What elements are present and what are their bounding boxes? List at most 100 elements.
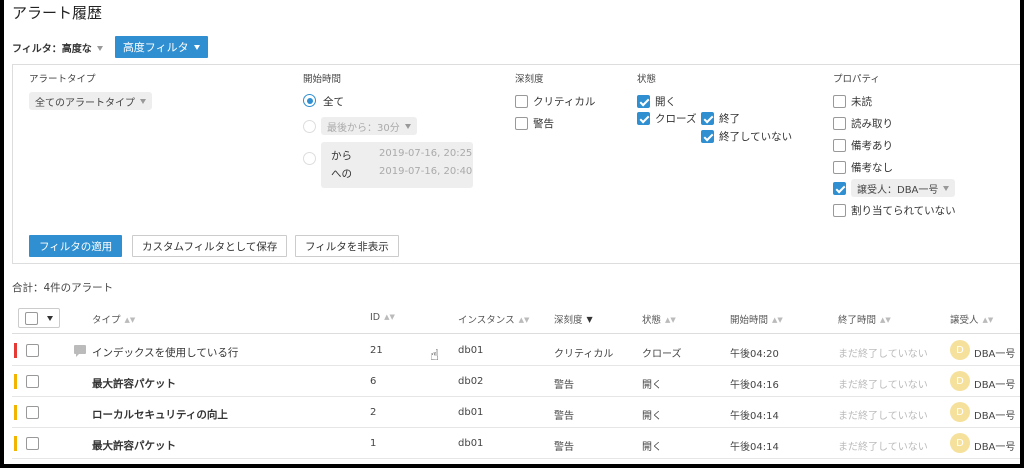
severity-warning-label: 警告	[533, 118, 554, 130]
start-time-range-radio[interactable]	[303, 152, 316, 165]
severity-indicator	[14, 374, 17, 389]
cell-end-time: まだ終了していない	[838, 380, 928, 391]
chevron-down-icon	[47, 316, 53, 321]
property-assignee-checkbox[interactable]	[833, 182, 846, 195]
status-closed-checkbox[interactable]	[637, 112, 650, 125]
severity-critical-checkbox[interactable]	[515, 95, 528, 108]
cell-alert-type[interactable]: ローカルセキュリティの向上	[92, 407, 228, 422]
start-time-all-radio[interactable]	[303, 94, 316, 107]
cell-id: 21	[370, 345, 383, 356]
advanced-filter-button[interactable]: 高度フィルタ	[114, 36, 208, 58]
cell-assignee: DBA一号	[974, 442, 1016, 453]
status-open-checkbox[interactable]	[637, 95, 650, 108]
sort-arrows-icon: ▲▼	[772, 316, 783, 324]
col-header-instance-label: インスタンス	[458, 315, 515, 326]
row-checkbox[interactable]	[26, 406, 39, 419]
property-unread-checkbox[interactable]	[833, 95, 846, 108]
select-all-dropdown[interactable]	[18, 308, 60, 328]
cell-instance: db01	[458, 345, 484, 356]
col-header-start[interactable]: 開始時間 ▲▼	[730, 312, 783, 326]
status-closed-label: クローズ	[655, 113, 697, 125]
cell-alert-type[interactable]: インデックスを使用している行	[92, 345, 238, 360]
status-not-ended-label: 終了していない	[719, 131, 793, 143]
alert-total-count: 合計：4件のアラート	[12, 282, 114, 294]
col-header-end[interactable]: 終了時間 ▲▼	[838, 312, 891, 326]
save-custom-filter-button[interactable]: カスタムフィルタとして保存	[132, 235, 288, 257]
filter-mode-dropdown[interactable]: フィルタ：高度な	[12, 40, 103, 55]
alert-history-window: アラート履歴 フィルタ：高度な 高度フィルタ アラートタイプ 全てのアラートタイ…	[4, 0, 1020, 464]
col-header-assignee[interactable]: 譲受人 ▲▼	[950, 312, 993, 326]
col-header-type-label: タイプ	[92, 315, 121, 326]
cell-severity: クリティカル	[554, 349, 614, 360]
cell-instance: db02	[458, 376, 484, 387]
cell-severity: 警告	[554, 411, 574, 422]
alert-type-select[interactable]: 全てのアラートタイプ	[29, 92, 152, 110]
start-time-last-select[interactable]: 最後から：30分	[321, 117, 417, 135]
filter-mode-label: フィルタ：高度な	[12, 43, 92, 55]
page-title: アラート履歴	[12, 4, 103, 22]
apply-filter-button[interactable]: フィルタの適用	[29, 235, 123, 257]
cell-status: 開く	[642, 380, 662, 391]
chevron-down-icon	[140, 98, 146, 104]
cell-start-time: 午後04:20	[730, 349, 779, 360]
chevron-down-icon	[943, 185, 950, 191]
cell-end-time: まだ終了していない	[838, 442, 928, 453]
comment-icon	[74, 345, 86, 357]
col-header-id[interactable]: ID ▲▼	[370, 312, 395, 323]
sort-arrows-icon: ▲▼	[880, 316, 891, 324]
advanced-filter-label: 高度フィルタ	[122, 41, 189, 54]
range-from-value[interactable]: 2019-07-16, 20:25	[379, 148, 472, 159]
col-header-type[interactable]: タイプ ▲▼	[92, 312, 135, 326]
avatar: D	[950, 371, 970, 391]
table-row[interactable]: 最大許容パケット 1 db01 警告 開く 午後04:14 まだ終了していない DBA一号 D	[12, 428, 1020, 459]
property-unread-label: 未読	[851, 96, 872, 108]
property-read-checkbox[interactable]	[833, 117, 846, 130]
row-checkbox[interactable]	[26, 437, 39, 450]
status-heading: 状態	[637, 74, 657, 85]
cell-id: 2	[370, 407, 377, 418]
col-header-id-label: ID	[370, 312, 381, 323]
sort-arrows-icon: ▲▼	[665, 316, 676, 324]
property-has-note-checkbox[interactable]	[833, 139, 846, 152]
table-row[interactable]: 最大許容パケット 6 db02 警告 開く 午後04:16 まだ終了していない DBA一号 D	[12, 366, 1020, 397]
col-header-status[interactable]: 状態 ▲▼	[642, 312, 676, 326]
hide-filter-button[interactable]: フィルタを非表示	[295, 235, 399, 257]
property-no-note-checkbox[interactable]	[833, 161, 846, 174]
status-ended-label: 終了	[719, 113, 740, 125]
alert-type-heading: アラートタイプ	[29, 74, 96, 85]
col-header-end-label: 終了時間	[838, 315, 877, 326]
table-row[interactable]: ローカルセキュリティの向上 2 db01 警告 開く 午後04:14 まだ終了していない DB…	[12, 397, 1020, 428]
start-time-range-box[interactable]: から 2019-07-16, 20:25 への 2019-07-16, 20:4…	[321, 142, 473, 188]
table-header: タイプ ▲▼ ID ▲▼ インスタンス ▲▼ 深刻度 ▼ 状態 ▲▼ 開始時間 ▲▼ 終了時…	[12, 302, 1020, 334]
property-unassigned-label: 割り当てられていない	[851, 205, 956, 217]
row-checkbox[interactable]	[26, 375, 39, 388]
sort-arrows-icon: ▲▼	[124, 316, 136, 324]
chevron-down-icon	[404, 123, 411, 129]
severity-warning-checkbox[interactable]	[515, 117, 528, 130]
status-not-ended-checkbox[interactable]	[701, 130, 714, 143]
cell-alert-type[interactable]: 最大許容パケット	[92, 438, 176, 453]
range-to-value[interactable]: 2019-07-16, 20:40	[379, 166, 472, 177]
cell-start-time: 午後04:14	[730, 442, 779, 453]
start-time-last-radio[interactable]	[303, 120, 316, 133]
status-ended-checkbox[interactable]	[701, 112, 714, 125]
chevron-down-icon	[96, 46, 103, 51]
range-to-label: への	[331, 168, 352, 180]
cell-end-time: まだ終了していない	[838, 349, 928, 360]
filter-bar: フィルタ：高度な 高度フィルタ	[12, 36, 208, 58]
property-assignee-select[interactable]: 譲受人：DBA一号	[851, 179, 956, 197]
sort-arrows-icon: ▲▼	[982, 316, 994, 324]
severity-indicator	[14, 405, 17, 420]
row-checkbox[interactable]	[26, 344, 39, 357]
col-header-severity[interactable]: 深刻度 ▼	[554, 312, 593, 326]
select-all-checkbox[interactable]	[25, 312, 38, 325]
sort-desc-icon: ▼	[586, 315, 593, 324]
property-unassigned-checkbox[interactable]	[833, 204, 846, 217]
table-row[interactable]: インデックスを使用している行 21 db01 クリティカル クローズ 午後04:20 まだ終…	[12, 335, 1020, 366]
avatar: D	[950, 433, 970, 453]
cell-alert-type[interactable]: 最大許容パケット	[92, 376, 176, 391]
col-header-instance[interactable]: インスタンス ▲▼	[458, 312, 529, 326]
col-header-start-label: 開始時間	[730, 315, 769, 326]
property-heading: プロパティ	[833, 74, 880, 85]
start-time-all-label: 全て	[323, 96, 344, 108]
